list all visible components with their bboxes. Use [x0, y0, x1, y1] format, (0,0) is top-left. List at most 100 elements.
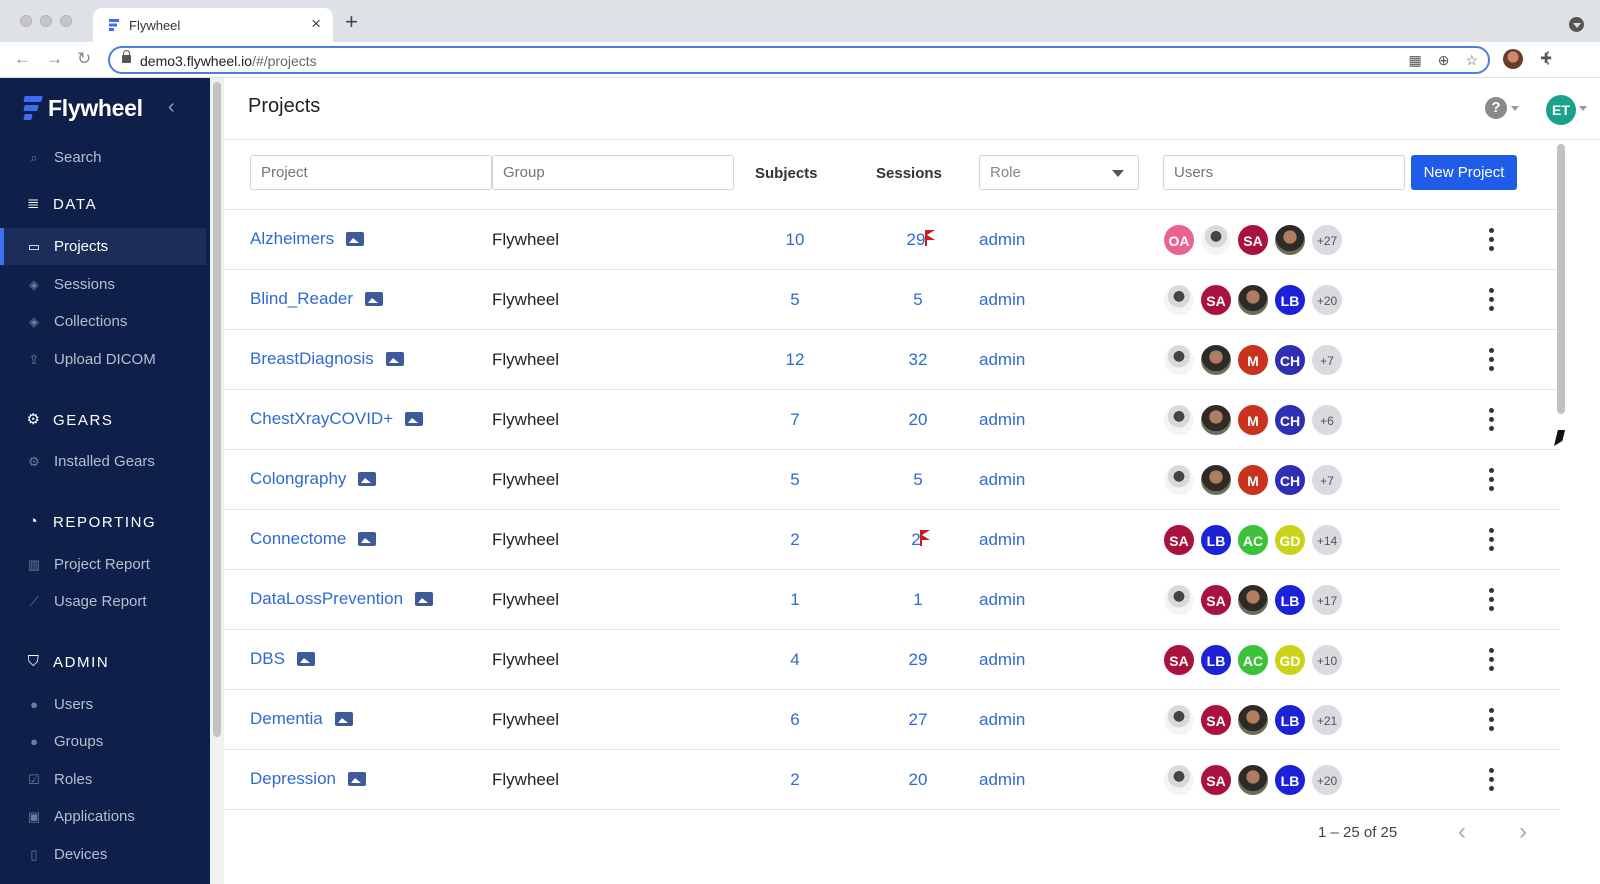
- user-initials-avatar[interactable]: LB: [1274, 764, 1306, 796]
- more-users-badge[interactable]: +17: [1311, 584, 1343, 616]
- subjects-count[interactable]: 12: [775, 350, 815, 370]
- user-initials-avatar[interactable]: M: [1237, 404, 1269, 436]
- sidebar-item-roles[interactable]: ☑ Roles: [0, 761, 206, 798]
- user-photo-avatar[interactable]: [1200, 404, 1232, 436]
- subjects-count[interactable]: 6: [775, 710, 815, 730]
- sessions-count[interactable]: 5: [898, 470, 938, 490]
- forward-arrow-icon[interactable]: →: [46, 49, 63, 69]
- user-photo-avatar[interactable]: [1237, 764, 1269, 796]
- user-initials-avatar[interactable]: AC: [1237, 524, 1269, 556]
- window-zoom-dot[interactable]: [60, 15, 72, 27]
- user-initials-avatar[interactable]: SA: [1163, 524, 1195, 556]
- user-initials-avatar[interactable]: SA: [1163, 644, 1195, 676]
- role-filter-select[interactable]: Role: [979, 155, 1139, 190]
- row-menu-icon[interactable]: [1489, 468, 1495, 492]
- browser-profile-avatar[interactable]: [1503, 49, 1523, 69]
- user-initials-avatar[interactable]: CH: [1274, 404, 1306, 436]
- user-initials-avatar[interactable]: LB: [1200, 644, 1232, 676]
- project-role[interactable]: admin: [979, 650, 1025, 670]
- more-users-badge[interactable]: +6: [1311, 404, 1343, 436]
- row-menu-icon[interactable]: [1489, 708, 1495, 732]
- bookmark-star-icon[interactable]: ☆: [1465, 52, 1478, 69]
- zoom-icon[interactable]: ⊕: [1438, 52, 1450, 69]
- row-menu-icon[interactable]: [1489, 768, 1495, 792]
- table-row[interactable]: Connectome Flywheel 2 2 admin SA LB AC GD +1…: [224, 510, 1560, 570]
- more-users-badge[interactable]: +7: [1311, 344, 1343, 376]
- table-row[interactable]: DBS Flywheel 4 29 admin SA LB AC GD +10: [224, 630, 1560, 690]
- user-initials-avatar[interactable]: SA: [1200, 284, 1232, 316]
- sidebar-item-users[interactable]: ● Users: [0, 686, 206, 723]
- user-photo-avatar[interactable]: [1163, 584, 1195, 616]
- more-users-badge[interactable]: +20: [1311, 284, 1343, 316]
- row-menu-icon[interactable]: [1489, 648, 1495, 672]
- user-photo-avatar[interactable]: [1163, 764, 1195, 796]
- more-users-badge[interactable]: +27: [1311, 224, 1343, 256]
- row-menu-icon[interactable]: [1489, 348, 1495, 372]
- sidebar-item-sessions[interactable]: ◈ Sessions: [0, 266, 206, 303]
- user-initials-avatar[interactable]: CH: [1274, 464, 1306, 496]
- more-users-badge[interactable]: +20: [1311, 764, 1343, 796]
- user-initials-avatar[interactable]: AC: [1237, 644, 1269, 676]
- table-row[interactable]: Dementia Flywheel 6 27 admin SA LB +21: [224, 690, 1560, 750]
- user-avatar[interactable]: ET: [1546, 95, 1576, 125]
- user-initials-avatar[interactable]: LB: [1200, 524, 1232, 556]
- subjects-count[interactable]: 7: [775, 410, 815, 430]
- row-menu-icon[interactable]: [1489, 588, 1495, 612]
- subjects-count[interactable]: 10: [775, 230, 815, 250]
- sidebar-item-devices[interactable]: ▯ Devices: [0, 836, 206, 873]
- project-name-link[interactable]: Colongraphy: [250, 469, 377, 489]
- user-initials-avatar[interactable]: LB: [1274, 704, 1306, 736]
- project-name-link[interactable]: Alzheimers: [250, 229, 365, 249]
- image-icon[interactable]: [405, 412, 424, 426]
- more-users-badge[interactable]: +7: [1311, 464, 1343, 496]
- reload-icon[interactable]: ↻: [77, 49, 91, 69]
- sidebar-item-usage-report[interactable]: ⟋ Usage Report: [0, 583, 206, 620]
- sessions-count[interactable]: 27: [898, 710, 938, 730]
- sessions-count[interactable]: 20: [898, 770, 938, 790]
- new-tab-icon[interactable]: +: [345, 11, 358, 33]
- project-role[interactable]: admin: [979, 770, 1025, 790]
- sidebar-item-applications[interactable]: ▣ Applications: [0, 798, 206, 835]
- sessions-count[interactable]: 20: [898, 410, 938, 430]
- row-menu-icon[interactable]: [1489, 228, 1495, 252]
- browser-menu-icon[interactable]: ⋮: [1540, 48, 1556, 68]
- project-role[interactable]: admin: [979, 530, 1025, 550]
- project-name-link[interactable]: Blind_Reader: [250, 289, 384, 309]
- user-initials-avatar[interactable]: OA: [1163, 224, 1195, 256]
- project-role[interactable]: admin: [979, 410, 1025, 430]
- main-scrollbar[interactable]: [1554, 140, 1568, 884]
- sidebar-item-upload-dicom[interactable]: ⇪ Upload DICOM: [0, 341, 206, 378]
- window-minimize-dot[interactable]: [40, 15, 52, 27]
- help-caret-icon[interactable]: [1511, 106, 1519, 111]
- subjects-count[interactable]: 2: [775, 530, 815, 550]
- user-photo-avatar[interactable]: [1237, 284, 1269, 316]
- sidebar-item-groups[interactable]: ● Groups: [0, 723, 206, 760]
- sidebar-item-installed-gears[interactable]: ⚙ Installed Gears: [0, 443, 206, 480]
- project-role[interactable]: admin: [979, 230, 1025, 250]
- group-filter-input[interactable]: [492, 155, 734, 190]
- user-photo-avatar[interactable]: [1163, 344, 1195, 376]
- image-icon[interactable]: [334, 712, 353, 726]
- users-filter-input[interactable]: [1163, 155, 1405, 190]
- subjects-count[interactable]: 4: [775, 650, 815, 670]
- user-initials-avatar[interactable]: LB: [1274, 584, 1306, 616]
- user-photo-avatar[interactable]: [1200, 464, 1232, 496]
- project-name-link[interactable]: DBS: [250, 649, 315, 669]
- table-row[interactable]: ChestXrayCOVID+ Flywheel 7 20 admin M CH +…: [224, 390, 1560, 450]
- subjects-column-header[interactable]: Subjects: [755, 165, 818, 182]
- user-photo-avatar[interactable]: [1163, 284, 1195, 316]
- row-menu-icon[interactable]: [1489, 528, 1495, 552]
- project-name-link[interactable]: DataLossPrevention: [250, 589, 434, 609]
- flag-icon[interactable]: [925, 230, 937, 246]
- project-name-link[interactable]: BreastDiagnosis: [250, 349, 404, 369]
- project-name-link[interactable]: Depression: [250, 769, 366, 789]
- subjects-count[interactable]: 5: [775, 290, 815, 310]
- sidebar-scrollbar[interactable]: [210, 78, 224, 884]
- help-icon[interactable]: ?: [1485, 97, 1507, 119]
- image-icon[interactable]: [385, 352, 404, 366]
- project-name-link[interactable]: Dementia: [250, 709, 353, 729]
- main-scrollbar-thumb[interactable]: [1557, 144, 1565, 414]
- user-initials-avatar[interactable]: SA: [1200, 704, 1232, 736]
- user-photo-avatar[interactable]: [1237, 704, 1269, 736]
- sessions-count[interactable]: 1: [898, 590, 938, 610]
